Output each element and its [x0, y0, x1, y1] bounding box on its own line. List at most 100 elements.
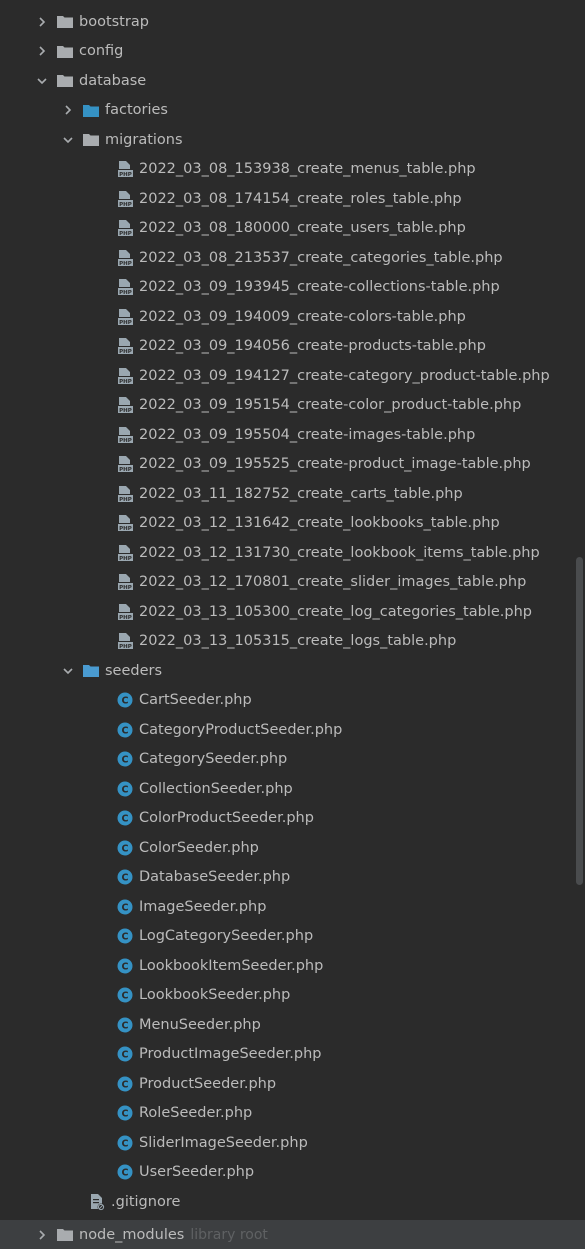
php-file-icon: PHP	[116, 544, 134, 562]
tree-item-label: CategorySeeder.php	[139, 751, 288, 768]
library-root-hint: library root	[190, 1226, 268, 1243]
tree-folder-factories[interactable]: factories	[0, 96, 585, 126]
svg-text:C: C	[122, 696, 129, 707]
php-class-icon: C	[116, 928, 134, 944]
tree-file-migration[interactable]: PHP 2022_03_09_195525_create-product_imag…	[0, 450, 585, 480]
svg-text:C: C	[122, 784, 129, 795]
svg-text:PHP: PHP	[119, 497, 132, 503]
tree-item-label: 2022_03_11_182752_create_carts_table.php	[139, 485, 463, 502]
tree-item-label: .gitignore	[111, 1193, 181, 1210]
tree-folder-bootstrap[interactable]: bootstrap	[0, 7, 585, 37]
tree-file-migration[interactable]: PHP 2022_03_11_182752_create_carts_table.…	[0, 479, 585, 509]
chevron-down-icon[interactable]	[60, 132, 76, 148]
php-file-icon: PHP	[116, 161, 134, 178]
tree-file-seeder[interactable]: C ProductImageSeeder.php	[0, 1040, 585, 1070]
tree-file-migration[interactable]: PHP 2022_03_12_131730_create_lookbook_ite…	[0, 538, 585, 568]
folder-icon	[56, 1227, 74, 1243]
chevron-right-icon[interactable]	[34, 14, 50, 30]
tree-file-migration[interactable]: PHP 2022_03_08_213537_create_categories_t…	[0, 243, 585, 273]
svg-text:PHP: PHP	[119, 585, 132, 591]
php-file-icon: PHP	[116, 338, 134, 355]
tree-file-seeder[interactable]: C UserSeeder.php	[0, 1158, 585, 1188]
tree-file-seeder[interactable]: C LookbookSeeder.php	[0, 981, 585, 1011]
tree-file-migration[interactable]: PHP 2022_03_12_170801_create_slider_image…	[0, 568, 585, 598]
tree-file-seeder[interactable]: C CollectionSeeder.php	[0, 774, 585, 804]
php-class-icon: C	[116, 987, 134, 1003]
tree-file-seeder[interactable]: C MenuSeeder.php	[0, 1010, 585, 1040]
tree-file-migration[interactable]: PHP 2022_03_09_194009_create-colors-table…	[0, 302, 585, 332]
tree-file-seeder[interactable]: C ProductSeeder.php	[0, 1069, 585, 1099]
tree-file-seeder[interactable]: C ColorSeeder.php	[0, 833, 585, 863]
tree-folder-database[interactable]: database	[0, 66, 585, 96]
svg-text:C: C	[122, 873, 129, 884]
tree-file-gitignore[interactable]: .gitignore	[0, 1187, 585, 1217]
tree-file-seeder[interactable]: C CategoryProductSeeder.php	[0, 715, 585, 745]
tree-file-seeder[interactable]: C CategorySeeder.php	[0, 745, 585, 775]
tree-file-seeder[interactable]: C LookbookItemSeeder.php	[0, 951, 585, 981]
folder-icon	[82, 663, 100, 679]
tree-item-label: database	[79, 72, 147, 89]
tree-item-label: 2022_03_08_213537_create_categories_tabl…	[139, 249, 503, 266]
tree-item-label: migrations	[105, 131, 183, 148]
php-class-icon: C	[116, 1135, 134, 1151]
tree-item-node-modules[interactable]: node_modules library root	[0, 1220, 585, 1249]
php-class-icon: C	[116, 899, 134, 915]
tree-file-migration[interactable]: PHP 2022_03_09_194056_create-products-tab…	[0, 332, 585, 362]
php-file-icon: PHP	[116, 574, 134, 591]
php-file-icon: PHP	[116, 220, 134, 237]
tree-item-label: 2022_03_12_131730_create_lookbook_items_…	[139, 544, 540, 561]
chevron-right-icon[interactable]	[60, 102, 76, 118]
svg-text:PHP: PHP	[119, 320, 132, 326]
tree-item-label: 2022_03_09_195525_create-product_image-t…	[139, 456, 531, 473]
svg-text:PHP: PHP	[119, 349, 132, 355]
tree-folder-seeders[interactable]: seeders	[0, 656, 585, 686]
tree-file-migration[interactable]: PHP 2022_03_09_193945_create-collections-…	[0, 273, 585, 303]
tree-file-migration[interactable]: PHP 2022_03_09_194127_create-category_pro…	[0, 361, 585, 391]
svg-text:C: C	[122, 902, 129, 913]
tree-item-label: CollectionSeeder.php	[139, 780, 293, 797]
php-file-icon: PHP	[116, 485, 134, 503]
svg-text:PHP: PHP	[119, 408, 132, 414]
tree-file-seeder[interactable]: C CartSeeder.php	[0, 686, 585, 716]
tree-item-label: SliderImageSeeder.php	[139, 1134, 308, 1151]
chevron-down-icon[interactable]	[60, 663, 76, 679]
chevron-right-icon[interactable]	[34, 43, 50, 59]
tree-folder-config[interactable]: config	[0, 37, 585, 67]
svg-text:C: C	[122, 814, 129, 825]
svg-text:C: C	[122, 755, 129, 766]
chevron-down-icon[interactable]	[34, 73, 50, 89]
tree-item-label: 2022_03_08_174154_create_roles_table.php	[139, 190, 462, 207]
tree-file-seeder[interactable]: C SliderImageSeeder.php	[0, 1128, 585, 1158]
tree-item-label: 2022_03_08_180000_create_users_table.php	[139, 220, 466, 237]
chevron-right-icon[interactable]	[34, 1227, 50, 1243]
tree-file-migration[interactable]: PHP 2022_03_08_174154_create_roles_table.…	[0, 184, 585, 214]
tree-file-migration[interactable]: PHP 2022_03_12_131642_create_lookbooks_ta…	[0, 509, 585, 539]
tree-file-seeder[interactable]: C RoleSeeder.php	[0, 1099, 585, 1129]
tree-item-label: UserSeeder.php	[139, 1164, 255, 1181]
svg-text:C: C	[122, 1050, 129, 1061]
tree-file-migration[interactable]: PHP 2022_03_08_180000_create_users_table.…	[0, 214, 585, 244]
php-file-icon: PHP	[116, 279, 134, 296]
tree-file-seeder[interactable]: C DatabaseSeeder.php	[0, 863, 585, 893]
svg-text:PHP: PHP	[119, 172, 132, 178]
tree-file-migration[interactable]: PHP 2022_03_13_105315_create_logs_table.p…	[0, 627, 585, 657]
tree-file-seeder[interactable]: C LogCategorySeeder.php	[0, 922, 585, 952]
tree-file-migration[interactable]: PHP 2022_03_08_153938_create_menus_table.…	[0, 155, 585, 185]
php-file-icon: PHP	[116, 308, 134, 326]
vertical-scrollbar[interactable]	[576, 557, 583, 885]
php-class-icon: C	[116, 781, 134, 797]
tree-file-migration[interactable]: PHP 2022_03_09_195504_create-images-table…	[0, 420, 585, 450]
folder-icon	[56, 73, 74, 89]
php-class-icon: C	[116, 1076, 134, 1092]
svg-text:C: C	[122, 961, 129, 972]
tree-file-seeder[interactable]: C ColorProductSeeder.php	[0, 804, 585, 834]
php-class-icon: C	[116, 958, 134, 974]
tree-file-seeder[interactable]: C ImageSeeder.php	[0, 892, 585, 922]
svg-text:PHP: PHP	[119, 438, 132, 444]
svg-text:C: C	[122, 1168, 129, 1179]
tree-folder-migrations[interactable]: migrations	[0, 125, 585, 155]
tree-file-migration[interactable]: PHP 2022_03_09_195154_create-color_produc…	[0, 391, 585, 421]
php-class-icon: C	[116, 840, 134, 856]
tree-file-migration[interactable]: PHP 2022_03_13_105300_create_log_categori…	[0, 597, 585, 627]
svg-text:C: C	[122, 991, 129, 1002]
